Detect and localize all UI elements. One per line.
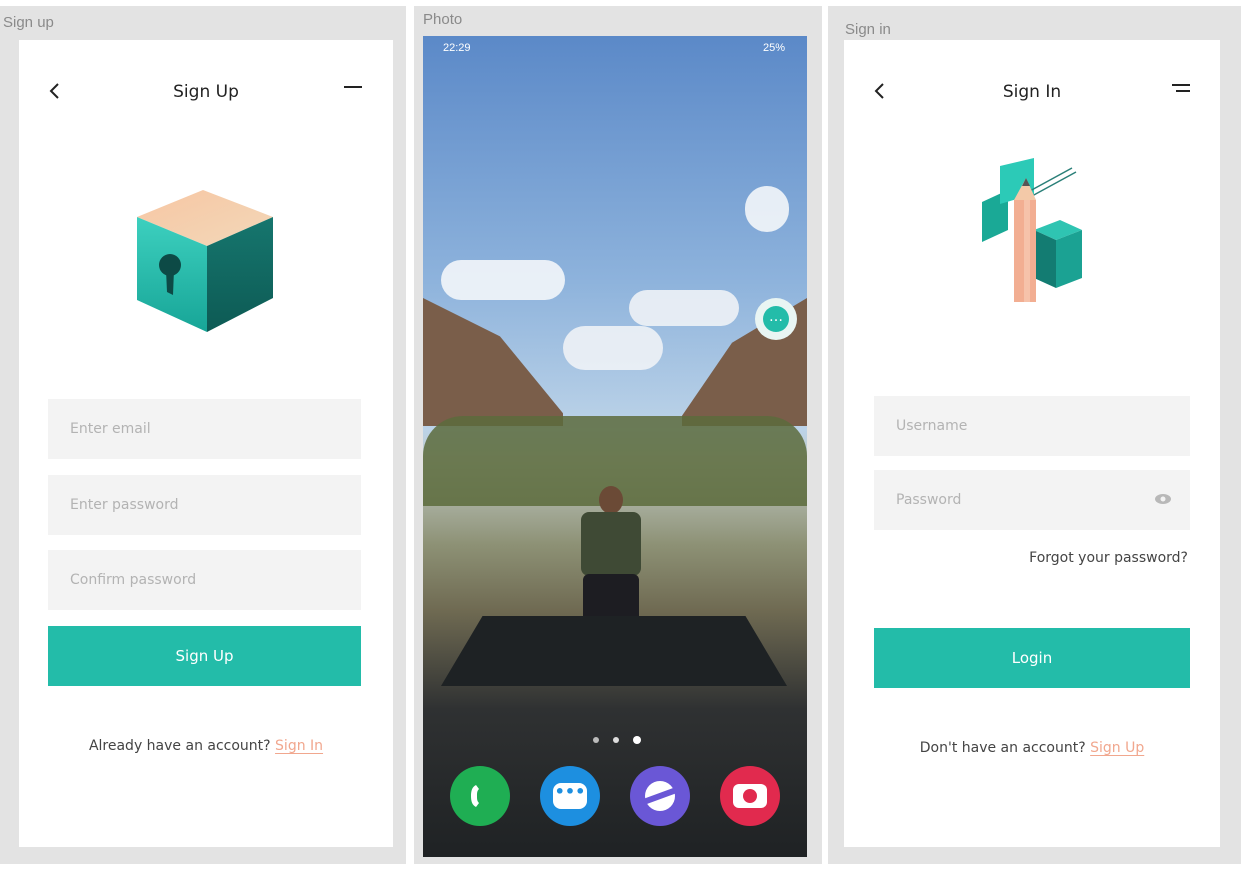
artboard-sign-in: Sign in Sign In Username Password Forgot… [828, 6, 1241, 864]
page-indicator [593, 736, 643, 744]
forgot-password-link[interactable]: Forgot your password? [1029, 550, 1188, 566]
pencil-illustration [982, 158, 1082, 302]
password-field[interactable]: Password [874, 470, 1190, 530]
sign-up-link[interactable]: Sign Up [1090, 740, 1144, 756]
status-time: 22:29 [443, 42, 471, 54]
cloud [441, 260, 565, 300]
phone-icon[interactable] [450, 766, 510, 826]
artboard-label: Photo [423, 11, 463, 28]
sign-in-link[interactable]: Sign In [275, 738, 323, 754]
cloud [563, 326, 663, 370]
menu-icon[interactable] [1172, 84, 1190, 92]
password-placeholder: Password [896, 492, 962, 508]
artboard-sign-up: Sign up Sign Up Enter email Enter passwo… [0, 6, 406, 864]
chat-bubble-icon[interactable]: … [755, 298, 797, 340]
sign-up-button[interactable]: Sign Up [48, 626, 361, 686]
password-field[interactable]: Enter password [48, 475, 361, 535]
cloud [629, 290, 739, 326]
eye-icon[interactable] [1154, 493, 1172, 509]
confirm-password-field[interactable]: Confirm password [48, 550, 361, 610]
messages-icon[interactable]: ••• [540, 766, 600, 826]
phone-home-screen: 22:29 25% … ••• [423, 36, 807, 857]
username-field[interactable]: Username [874, 396, 1190, 456]
camera-icon[interactable] [720, 766, 780, 826]
cloud [745, 186, 789, 232]
building-left [423, 298, 563, 426]
menu-icon[interactable] [344, 86, 362, 88]
status-battery: 25% [762, 42, 785, 54]
internet-icon[interactable] [630, 766, 690, 826]
lock-cube-illustration [137, 190, 273, 332]
login-button[interactable]: Login [874, 628, 1190, 688]
signup-footer: Already have an account? Sign In [19, 738, 393, 754]
artboard-label: Sign in [845, 21, 891, 38]
page-title: Sign In [1002, 82, 1062, 102]
page-title: Sign Up [173, 82, 239, 102]
signin-footer: Don't have an account? Sign Up [844, 740, 1220, 756]
footer-text: Don't have an account? [919, 740, 1086, 756]
email-field[interactable]: Enter email [48, 399, 361, 459]
artboard-photo: Photo 22:29 25% … ••• [414, 6, 822, 864]
footer-text: Already have an account? [88, 738, 271, 754]
signin-screen: Sign In Username Password Forgot your pa… [844, 40, 1220, 847]
artboard-label: Sign up [3, 14, 54, 31]
signup-screen: Sign Up Enter email Enter password Confi… [19, 40, 393, 847]
monument [441, 616, 787, 686]
